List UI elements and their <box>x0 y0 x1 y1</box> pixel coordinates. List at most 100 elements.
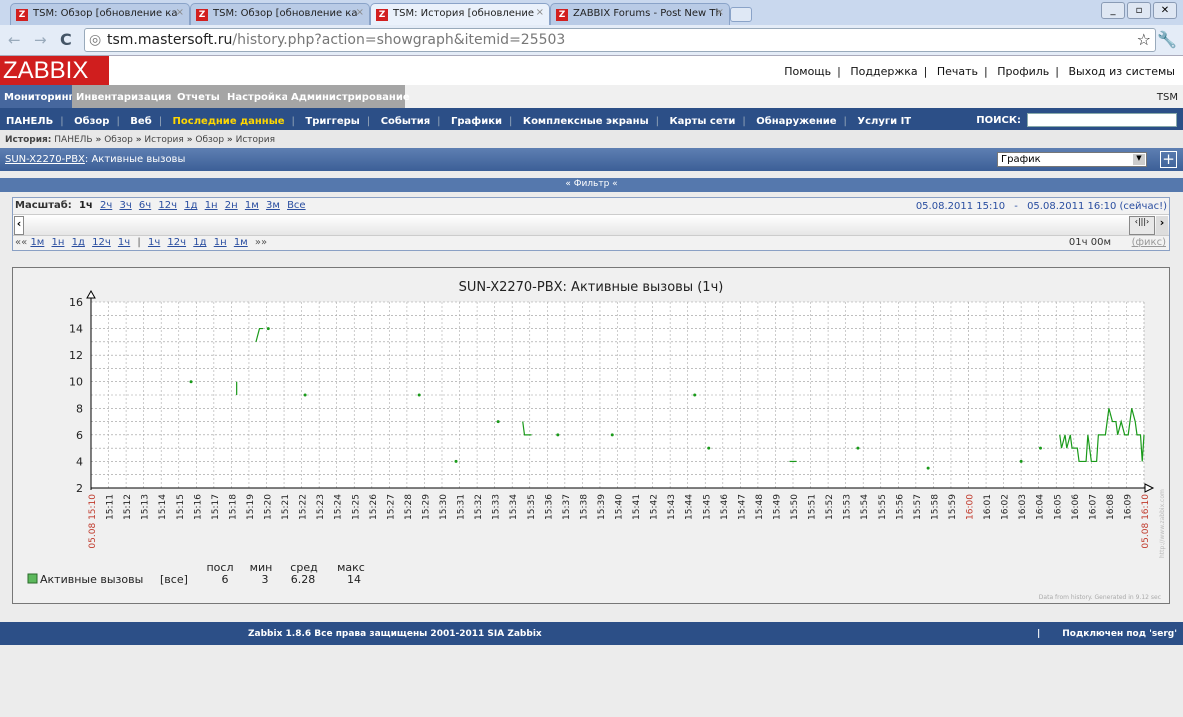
submenu-events[interactable]: События <box>381 116 430 127</box>
zoom-1h[interactable]: 1ч <box>79 200 93 211</box>
zabbix-logo[interactable]: ZABBIX <box>0 56 109 85</box>
zoom-3h[interactable]: 3ч <box>119 200 131 211</box>
host-link[interactable]: SUN-X2270-PBX <box>5 154 85 165</box>
crumb[interactable]: Обзор <box>195 135 224 145</box>
submenu-overview[interactable]: Обзор <box>74 116 109 127</box>
menu-configuration[interactable]: Настройка <box>223 85 288 108</box>
close-tab-icon[interactable]: × <box>176 7 184 18</box>
crumb[interactable]: История <box>236 135 275 145</box>
scroll-thumb[interactable]: ‹|||› <box>1129 216 1155 235</box>
x-tick-label: 15:12 <box>123 494 133 520</box>
zoom-1w[interactable]: 1н <box>205 200 218 211</box>
submenu-dashboard[interactable]: ПАНЕЛЬ <box>6 116 53 127</box>
zoom-2h[interactable]: 2ч <box>100 200 112 211</box>
zoom-12h[interactable]: 12ч <box>158 200 177 211</box>
minimize-icon[interactable]: _ <box>1101 2 1125 19</box>
close-tab-icon[interactable]: × <box>536 7 544 18</box>
zoom-2w[interactable]: 2н <box>225 200 238 211</box>
time-scrollbar[interactable]: ‹ ‹|||› › <box>13 214 1169 236</box>
zoom-1m[interactable]: 1м <box>245 200 259 211</box>
breadcrumb: История: ПАНЕЛЬ » Обзор » История » Обзо… <box>0 130 1183 148</box>
submenu-triggers[interactable]: Триггеры <box>305 116 359 127</box>
bookmark-star-icon[interactable]: ☆ <box>1137 30 1151 49</box>
x-tick-label: 15:57 <box>913 494 923 520</box>
submenu-maps[interactable]: Карты сети <box>670 116 736 127</box>
zoom-1d[interactable]: 1д <box>184 200 197 211</box>
menu-monitoring[interactable]: Мониторинг <box>0 85 74 108</box>
logout-link[interactable]: Выход из системы <box>1069 65 1175 78</box>
back-1w[interactable]: 1н <box>52 237 65 248</box>
support-link[interactable]: Поддержка <box>850 65 917 78</box>
print-link[interactable]: Печать <box>937 65 978 78</box>
wrench-icon[interactable]: 🔧 <box>1157 30 1177 49</box>
back-1h[interactable]: 1ч <box>118 237 130 248</box>
submenu-latest-data[interactable]: Последние данные <box>173 116 285 127</box>
x-tick-label: 15:45 <box>702 494 712 520</box>
x-tick-label: 15:55 <box>878 494 888 520</box>
browser-tab[interactable]: Z ZABBIX Forums - Post New Th × <box>550 3 730 25</box>
fwd-12h[interactable]: 12ч <box>167 237 186 248</box>
maximize-icon[interactable]: ▫ <box>1127 2 1151 19</box>
menu-reports[interactable]: Отчеты <box>173 85 223 108</box>
submenu-screens[interactable]: Комплексные экраны <box>523 116 649 127</box>
crumb[interactable]: История <box>144 135 183 145</box>
filter-toggle[interactable]: « Фильтр « <box>0 178 1183 192</box>
page-title-bar: SUN-X2270-PBX: Активные вызовы График ▼ + <box>0 148 1183 171</box>
search-label: ПОИСК: <box>976 114 1021 126</box>
fwd-1w[interactable]: 1н <box>214 237 227 248</box>
reload-icon[interactable]: C <box>60 30 72 49</box>
browser-tab[interactable]: Z TSM: Обзор [обновление ка × <box>190 3 370 25</box>
back-12h[interactable]: 12ч <box>92 237 111 248</box>
x-tick-label: 15:32 <box>474 494 484 520</box>
sub-menu: ПАНЕЛЬ | Обзор | Веб | Последние данные | Тр… <box>0 108 1183 130</box>
x-tick-label: 16:09 <box>1123 494 1133 520</box>
submenu-web[interactable]: Веб <box>130 116 151 127</box>
scroll-left-button[interactable]: ‹ <box>14 216 24 235</box>
back-1d[interactable]: 1д <box>72 237 85 248</box>
y-axis-arrow-icon <box>86 289 96 299</box>
menu-inventory[interactable]: Инвентаризация <box>72 85 173 108</box>
x-tick-label: 15:53 <box>843 494 853 520</box>
back-1m[interactable]: 1м <box>30 237 44 248</box>
zoom-3m[interactable]: 3м <box>266 200 280 211</box>
x-tick-label: 15:33 <box>492 494 502 520</box>
add-to-favourites-button[interactable]: + <box>1160 151 1177 168</box>
legend-header-last: посл <box>206 561 233 574</box>
back-icon[interactable]: ← <box>8 31 21 49</box>
time-range: 05.08.2011 15:10 - 05.08.2011 16:10 (сей… <box>915 201 1167 212</box>
new-tab-button[interactable] <box>730 7 752 22</box>
close-window-icon[interactable]: ✕ <box>1153 2 1177 19</box>
menu-administration[interactable]: Администрирование <box>287 85 410 108</box>
x-tick-label: 16:08 <box>1106 494 1116 520</box>
item-name: : Активные вызовы <box>84 154 186 165</box>
close-tab-icon[interactable]: × <box>356 7 364 18</box>
fwd-1h[interactable]: 1ч <box>148 237 160 248</box>
x-tick-label: 15:24 <box>334 494 344 520</box>
x-tick-label: 15:44 <box>685 494 695 520</box>
x-tick-label: 15:17 <box>211 494 221 520</box>
close-tab-icon[interactable]: × <box>716 7 724 18</box>
crumb[interactable]: ПАНЕЛЬ <box>54 135 92 145</box>
fwd-1d[interactable]: 1д <box>193 237 206 248</box>
fixed-toggle[interactable]: (фикс) <box>1132 237 1166 248</box>
crumb[interactable]: Обзор <box>104 135 133 145</box>
zoom-6h[interactable]: 6ч <box>139 200 151 211</box>
browser-tab[interactable]: Z TSM: Обзор [обновление ка × <box>10 3 190 25</box>
submenu-it-services[interactable]: Услуги IT <box>857 116 911 127</box>
view-type-select[interactable]: График ▼ <box>997 152 1147 167</box>
scroll-right-button[interactable]: › <box>1156 216 1168 235</box>
y-tick-label: 14 <box>69 323 83 336</box>
fwd-1m[interactable]: 1м <box>234 237 248 248</box>
browser-tab-active[interactable]: Z TSM: История [обновление × <box>370 3 550 25</box>
submenu-discovery[interactable]: Обнаружение <box>756 116 836 127</box>
help-link[interactable]: Помощь <box>784 65 831 78</box>
x-tick-label: 15:16 <box>193 494 203 520</box>
zabbix-favicon-icon: Z <box>376 9 388 21</box>
history-chart: SUN-X2270-PBX: Активные вызовы (1ч) 2 4 6 8… <box>27 280 1166 601</box>
zoom-all[interactable]: Все <box>287 200 306 211</box>
submenu-graphs[interactable]: Графики <box>451 116 502 127</box>
search-input[interactable] <box>1027 113 1177 127</box>
profile-link[interactable]: Профиль <box>997 65 1049 78</box>
forward-icon[interactable]: → <box>34 31 47 49</box>
url-input[interactable]: ◎ tsm.mastersoft.ru/history.php?action=s… <box>84 28 1156 52</box>
